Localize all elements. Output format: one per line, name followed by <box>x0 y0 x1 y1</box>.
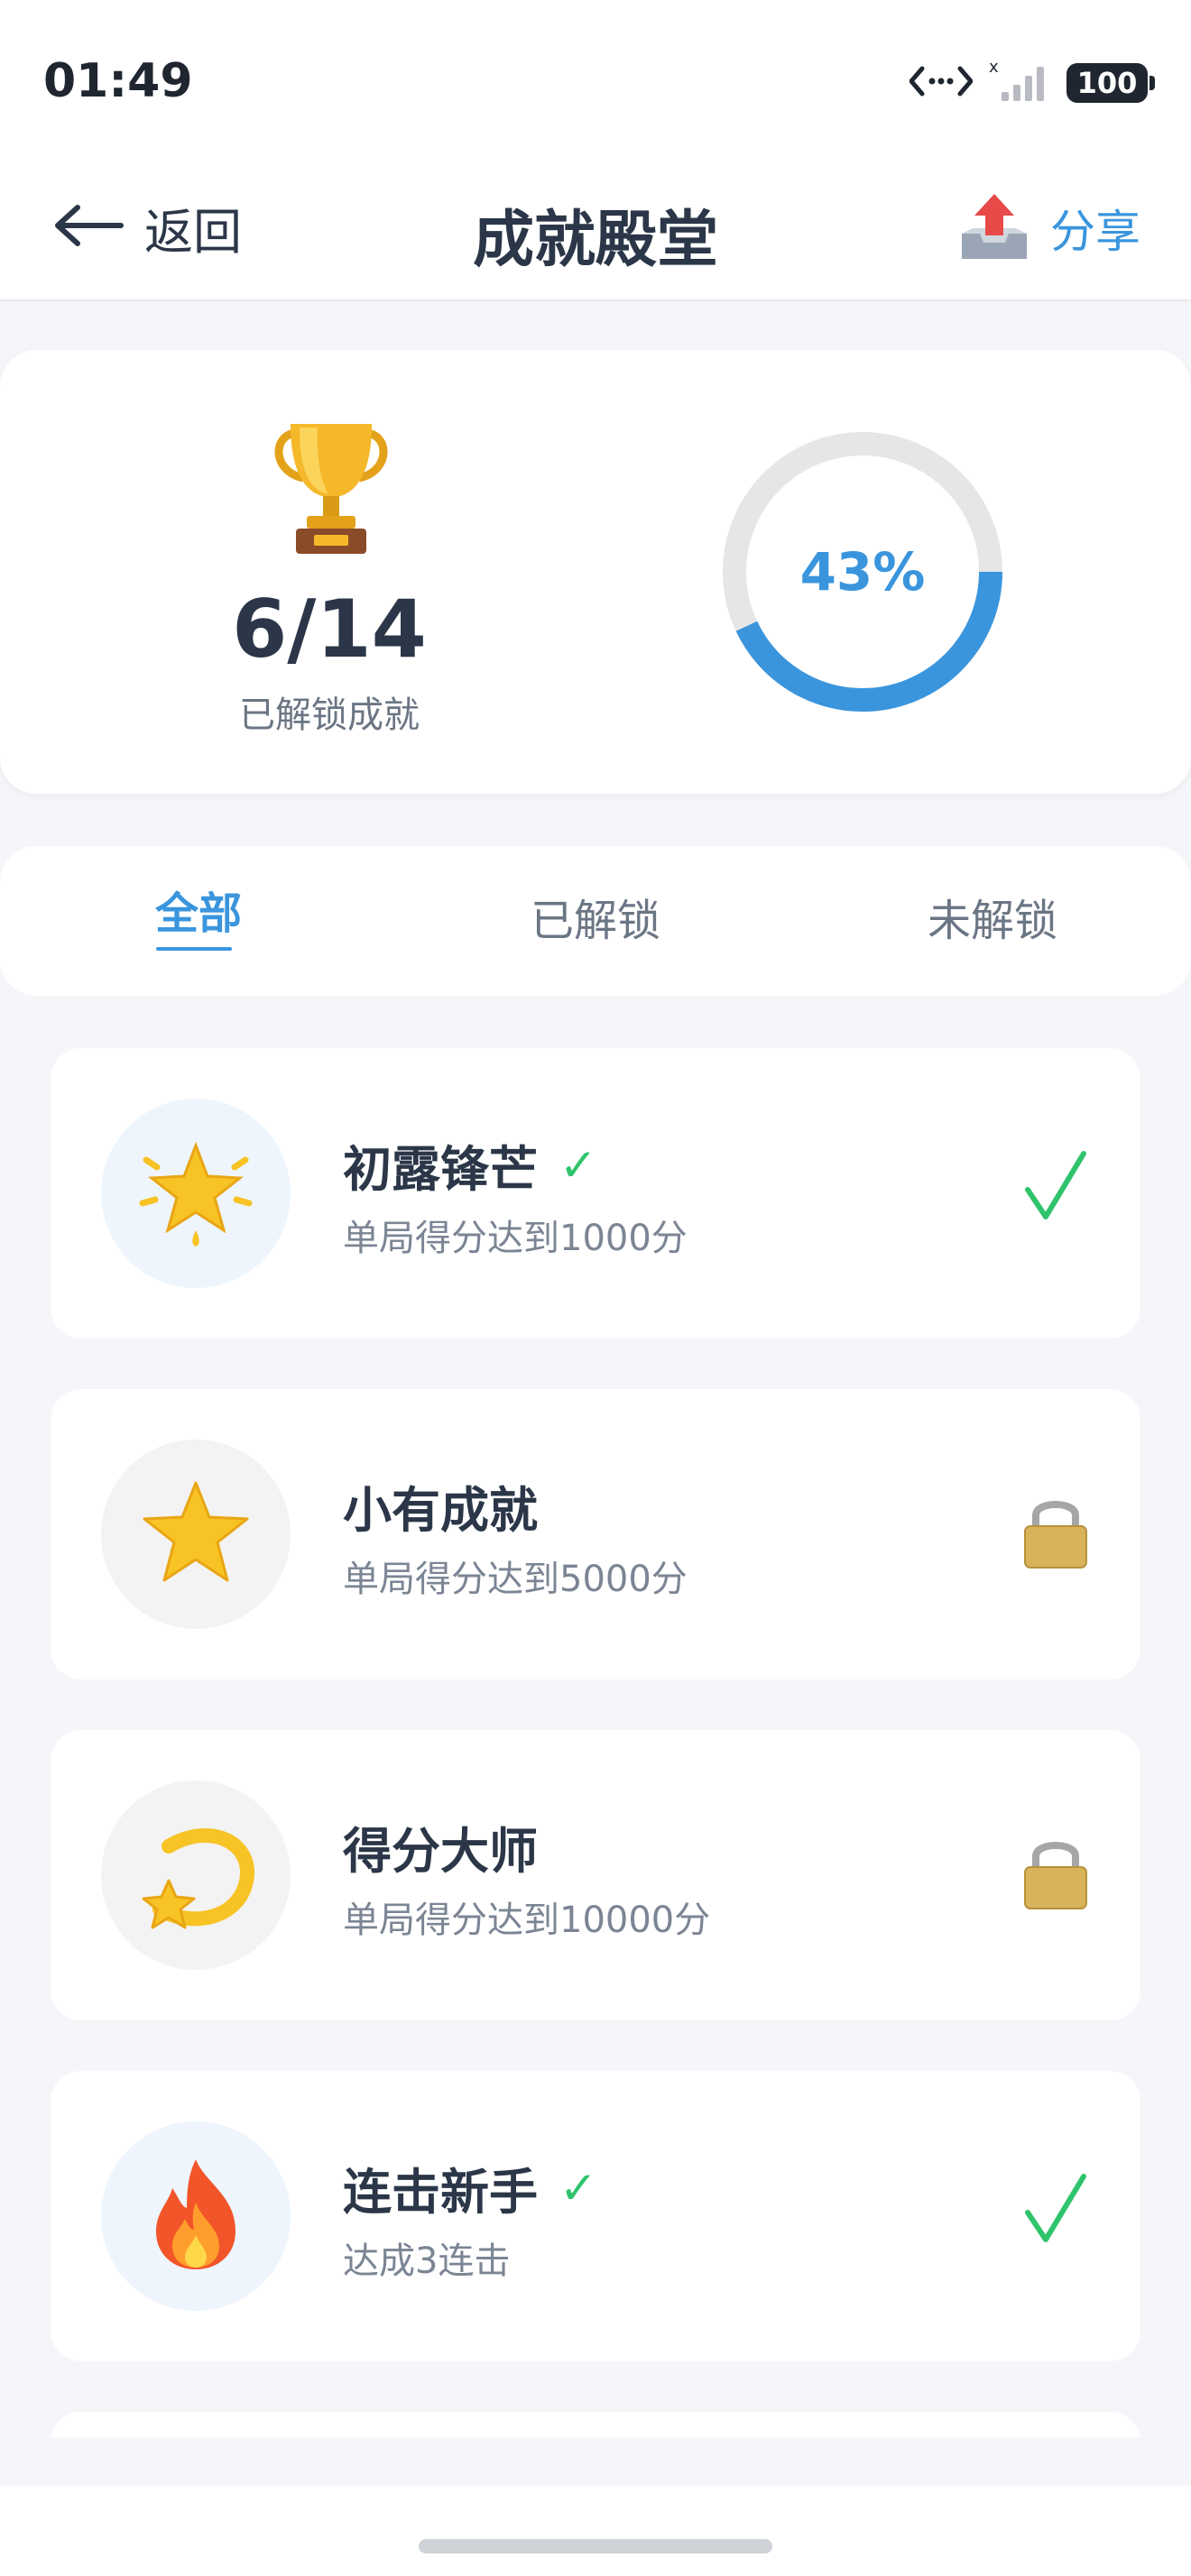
unlocked-status <box>1011 1147 1101 1237</box>
small-check-icon: ✓ <box>559 2161 597 2214</box>
achievement-desc: 达成3连击 <box>343 2240 511 2282</box>
achievement-icon-circle <box>101 2121 291 2311</box>
active-tab-indicator <box>156 947 232 951</box>
progress-percent: 43% <box>799 541 926 603</box>
battery-indicator: 100 <box>1066 63 1155 103</box>
svg-text:x: x <box>989 58 999 77</box>
locked-status <box>1011 1829 1101 1919</box>
home-indicator[interactable] <box>419 2539 772 2553</box>
tab-unlocked[interactable]: 已解锁 <box>460 846 731 996</box>
achievement-title: 连击新手 ✓ <box>343 2152 597 2223</box>
achievement-card[interactable]: 初露锋芒 ✓ 单局得分达到1000分 <box>51 1048 1140 1339</box>
lock-icon <box>1021 1494 1090 1573</box>
tab-locked[interactable]: 未解锁 <box>857 846 1128 996</box>
achievement-list: 初露锋芒 ✓ 单局得分达到1000分 小有成就 单局得分达到5000分 得分大师… <box>51 1048 1140 2437</box>
achievement-title: 初露锋芒 ✓ <box>343 1129 597 1201</box>
achievement-count-label: 已解锁成就 <box>239 695 420 736</box>
status-icons: x 100 <box>908 58 1155 108</box>
achievement-count: 6/14 <box>232 583 427 676</box>
tab-all[interactable]: 全部 <box>63 846 334 996</box>
achievement-desc: 单局得分达到1000分 <box>343 1218 688 1259</box>
shooting-star-icon <box>133 1810 259 1940</box>
achievement-card[interactable]: 小有成就 单局得分达到5000分 <box>51 1389 1140 1679</box>
upload-tray-icon <box>956 189 1032 268</box>
lock-icon <box>1021 1835 1090 1914</box>
achievement-desc: 单局得分达到5000分 <box>343 1559 688 1600</box>
achievement-title-text: 小有成就 <box>343 1482 538 1539</box>
status-bar: 01:49 x 100 <box>0 0 1191 153</box>
achievement-title: 得分大师 <box>343 1811 538 1882</box>
achievement-card-partial[interactable] <box>51 2412 1140 2437</box>
glowing-star-icon <box>137 1133 254 1254</box>
trophy-icon <box>263 415 399 563</box>
achievement-icon-circle <box>101 1780 291 1970</box>
achievement-desc: 单局得分达到10000分 <box>343 1900 711 1941</box>
share-label: 分享 <box>1050 206 1140 258</box>
achievement-icon-circle <box>101 1440 291 1629</box>
fire-icon <box>142 2156 250 2277</box>
achievement-title-text: 得分大师 <box>343 1823 538 1880</box>
locked-status <box>1011 1488 1101 1578</box>
achievement-card[interactable]: 连击新手 ✓ 达成3连击 <box>51 2071 1140 2361</box>
small-check-icon: ✓ <box>559 1138 597 1191</box>
share-button[interactable]: 分享 <box>956 179 1140 278</box>
achievement-card[interactable]: 得分大师 单局得分达到10000分 <box>51 1730 1140 2020</box>
achievement-title: 小有成就 <box>343 1470 538 1541</box>
status-time: 01:49 <box>43 54 193 108</box>
achievement-title-text: 连击新手 <box>343 2164 538 2221</box>
summary-card: 6/14 已解锁成就 43% <box>0 350 1191 794</box>
check-icon <box>1024 1149 1087 1236</box>
bottom-safe-area <box>0 2486 1191 2576</box>
filter-tabs: 全部 已解锁 未解锁 <box>0 846 1191 996</box>
unlocked-status <box>1011 2170 1101 2260</box>
network-icon <box>908 61 974 105</box>
nav-bar: 返回 成就殿堂 分享 <box>0 153 1191 301</box>
signal-icon: x <box>989 58 1050 108</box>
achievement-icon-circle <box>101 1099 291 1288</box>
check-icon <box>1024 2172 1087 2259</box>
star-icon <box>137 1474 254 1595</box>
achievement-title-text: 初露锋芒 <box>343 1141 538 1198</box>
